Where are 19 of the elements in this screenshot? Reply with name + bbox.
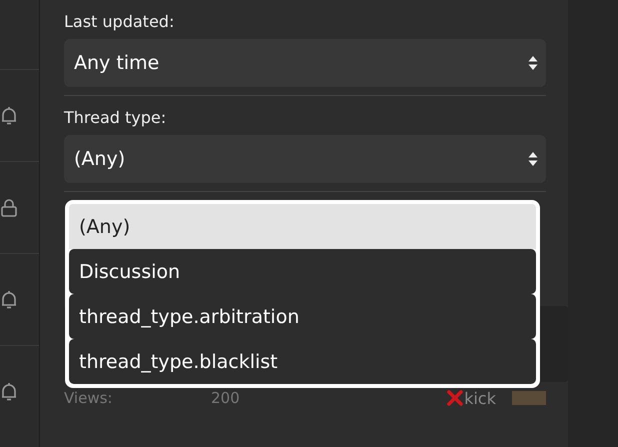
select-field[interactable]: Any time <box>64 39 546 87</box>
bell-icon <box>0 382 18 402</box>
field-label: Last updated: <box>64 12 174 31</box>
kick-link[interactable]: kick <box>447 388 496 408</box>
select-field[interactable]: (Any) <box>64 135 546 183</box>
bell-icon <box>0 290 18 310</box>
dropdown-option[interactable]: thread_type.arbitration <box>69 294 536 339</box>
lock-icon <box>0 198 18 218</box>
sort-arrows-icon <box>528 151 538 167</box>
views-count: 200 <box>211 389 241 407</box>
field-label: Thread type: <box>64 108 166 127</box>
sort-arrows-icon <box>528 55 538 71</box>
views-label: Views: <box>64 389 114 407</box>
dropdown-option[interactable]: thread_type.blacklist <box>69 339 536 384</box>
thumbnail-image <box>512 391 546 405</box>
dropdown-option[interactable]: (Any) <box>69 204 536 249</box>
bell-icon <box>0 106 18 126</box>
cross-icon <box>447 390 464 406</box>
dropdown-option[interactable]: Discussion <box>69 249 536 294</box>
